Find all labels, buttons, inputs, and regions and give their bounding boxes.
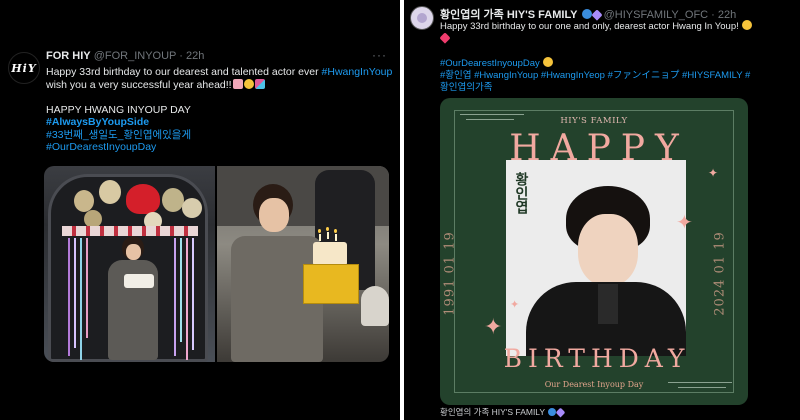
candle xyxy=(319,234,321,241)
balloon xyxy=(99,180,121,204)
face xyxy=(578,214,638,286)
poster-date-current: 2024 01 19 xyxy=(712,231,728,316)
ribbon xyxy=(192,238,194,350)
collar xyxy=(598,284,618,324)
birthday-cake xyxy=(313,242,347,266)
smiling-face-emoji-icon xyxy=(543,57,554,67)
poster-korean-name: 황인엽 xyxy=(514,172,530,214)
person-sitting xyxy=(104,236,164,362)
poster-subtitle: Our Dearest Inyoup Day xyxy=(544,380,644,389)
avatar-logo-icon xyxy=(417,13,427,23)
tweet-text: Happy 33rd birthday to our dearest and t… xyxy=(46,66,396,154)
ribbon xyxy=(86,238,88,338)
party-face-emoji-icon xyxy=(742,20,753,30)
tweet-hiys-family[interactable]: 황인엽의 가족 HIY'S FAMILY @HIYSFAMILY_OFC · 2… xyxy=(404,0,800,420)
sparkle-icon: ✦ xyxy=(708,166,719,180)
flame xyxy=(334,229,337,233)
balloon xyxy=(182,198,202,218)
ribbon xyxy=(74,238,76,348)
more-options-icon[interactable]: ··· xyxy=(372,48,387,62)
birthday-poster-image[interactable]: HIY'S FAMILY HAPPY 황인엽 1991 01 19 2024 0… xyxy=(440,98,748,405)
ribbon xyxy=(186,238,188,360)
hashtag-link[interactable]: #33번째_생일도_황인엽에있을게 xyxy=(46,129,396,142)
tweet-text-line2: wish you a very successful year ahead!! xyxy=(46,78,232,91)
tweet-header: FOR HIY @FOR_INYOUP · 22h xyxy=(46,50,204,62)
cake-emoji-icon xyxy=(232,78,243,89)
hashtag-link[interactable]: #HwangInYoup xyxy=(322,66,393,78)
hashtag-link[interactable]: 황인엽의가족 xyxy=(440,82,792,94)
display-name[interactable]: FOR HIY xyxy=(46,50,91,62)
heart-balloon xyxy=(126,184,160,214)
hashtag-link[interactable]: #OurDearestInyoupDay xyxy=(440,58,540,69)
tweet-text: Happy 33rd birthday to our one and only,… xyxy=(439,20,792,94)
tweet-for-hiy[interactable]: HiY FOR HIY @FOR_INYOUP · 22h ··· Happy … xyxy=(0,0,400,420)
gift-box xyxy=(303,264,359,304)
portrait-photo: 황인엽 xyxy=(506,160,686,356)
ribbon xyxy=(68,238,70,356)
poster-birthday: BIRTHDAY xyxy=(503,344,691,373)
ribbon xyxy=(174,238,176,356)
sparkle-icon: ✦ xyxy=(676,212,693,234)
separator: · xyxy=(179,50,183,62)
decorative-line xyxy=(460,114,524,115)
avatar[interactable] xyxy=(410,6,434,30)
cake xyxy=(124,274,154,288)
sparkle-icon: ✦ xyxy=(484,314,503,339)
avatar[interactable]: HiY xyxy=(8,52,40,84)
image-caption-account[interactable]: 황인엽의 가족 HIY'S FAMILY xyxy=(440,406,566,418)
tweet-media[interactable] xyxy=(44,166,389,362)
user-handle[interactable]: @FOR_INYOUP xyxy=(94,50,176,62)
avatar-text: HiY xyxy=(11,61,37,75)
heart-emoji-icon xyxy=(439,32,451,44)
face xyxy=(259,198,289,232)
party-face-emoji-icon xyxy=(243,78,254,89)
candle xyxy=(327,232,329,239)
tweet-text-line1: Happy 33rd birthday to our one and only,… xyxy=(440,21,739,32)
hashtag-list[interactable]: #황인엽 #HwangInYoup #HwangInYeop #ファンイニョプ … xyxy=(440,70,792,82)
party-popper-emoji-icon xyxy=(254,78,265,89)
sparkle-icon: ✦ xyxy=(510,299,520,311)
candle xyxy=(335,234,337,241)
photo-blowing-candles[interactable] xyxy=(217,166,389,362)
timestamp[interactable]: 22h xyxy=(186,50,204,62)
ribbon xyxy=(180,238,182,342)
caption-name: 황인엽의 가족 HIY'S FAMILY xyxy=(440,407,545,417)
flame xyxy=(318,229,321,233)
globe-emoji-icon xyxy=(581,9,592,19)
table-items xyxy=(361,286,389,326)
hashtag-link[interactable]: #OurDearestInyoupDay xyxy=(46,141,396,154)
purple-heart-emoji-icon xyxy=(590,9,603,21)
ribbon xyxy=(80,238,82,360)
balloon xyxy=(162,188,184,212)
tweet-text-line3: HAPPY HWANG INYOUP DAY xyxy=(46,103,191,116)
face xyxy=(126,244,141,260)
poster-date-birth: 1991 01 19 xyxy=(442,231,458,316)
photo-banner xyxy=(62,226,198,236)
photo-car-trunk-balloons[interactable] xyxy=(44,166,215,362)
tweet-text-line1: Happy 33rd birthday to our dearest and t… xyxy=(46,66,322,78)
poster-brand: HIY'S FAMILY xyxy=(560,116,628,126)
flame xyxy=(326,227,329,231)
balloon xyxy=(74,190,94,212)
purple-heart-emoji-icon xyxy=(555,407,566,418)
hashtag-link[interactable]: #AlwaysByYoupSide xyxy=(46,116,396,129)
